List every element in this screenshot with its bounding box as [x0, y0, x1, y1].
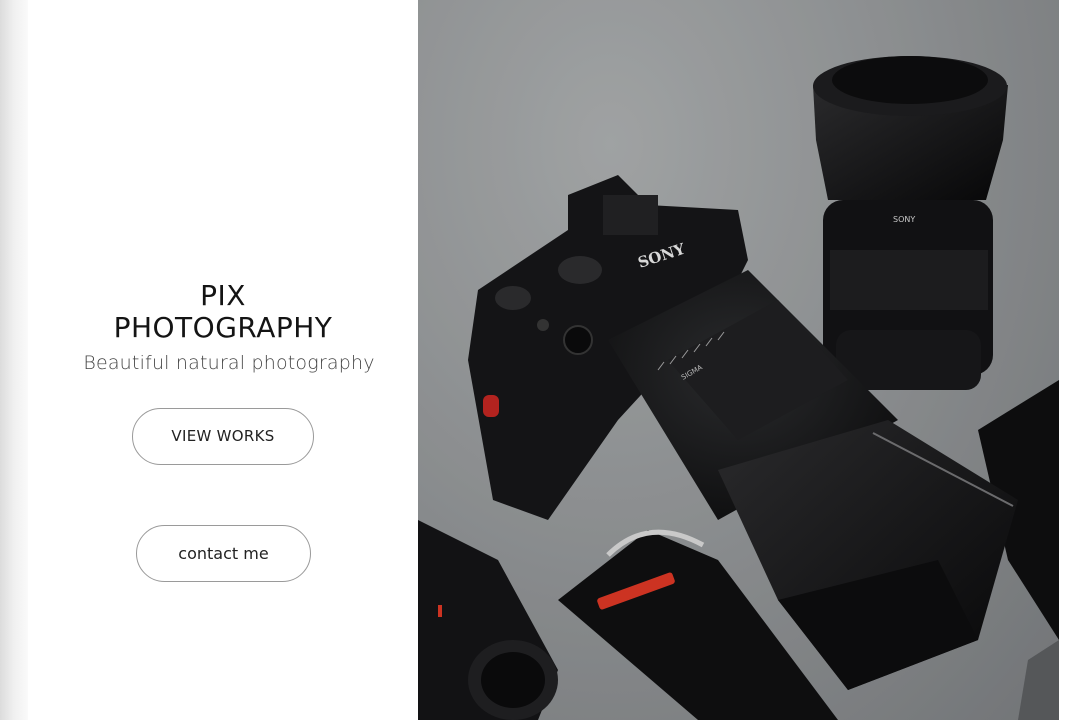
- view-works-button[interactable]: VIEW WORKS: [132, 408, 314, 465]
- camera-illustration: SONY SONY SIGMA: [418, 0, 1059, 720]
- right-gutter: [1059, 0, 1088, 720]
- upright-lens: SONY: [813, 56, 1008, 390]
- page: PIX PHOTOGRAPHY Beautiful natural photog…: [0, 0, 1088, 720]
- intro-panel: PIX PHOTOGRAPHY Beautiful natural photog…: [28, 0, 418, 720]
- site-title: PIX PHOTOGRAPHY: [28, 280, 418, 344]
- hero-image-camera-gear: SONY SONY SIGMA: [418, 0, 1059, 720]
- site-title-line2: PHOTOGRAPHY: [113, 311, 333, 344]
- contact-me-button[interactable]: contact me: [136, 525, 311, 582]
- site-title-line1: PIX: [200, 279, 246, 312]
- lens-brand-label: SONY: [893, 215, 915, 224]
- site-tagline: Beautiful natural photography: [83, 352, 375, 374]
